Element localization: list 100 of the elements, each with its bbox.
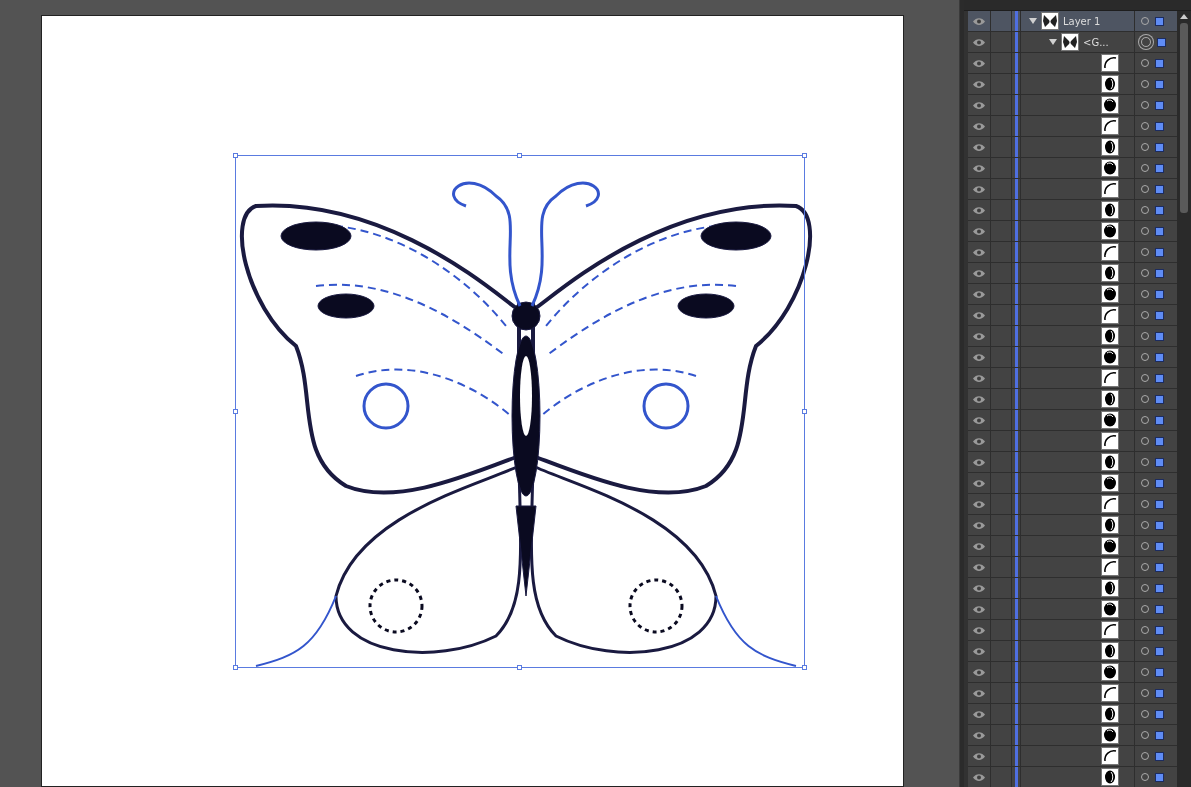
layer-row[interactable] [968, 494, 1177, 515]
selection-square-icon[interactable] [1155, 58, 1164, 68]
selection-square-icon[interactable] [1155, 604, 1164, 614]
layer-row[interactable] [968, 389, 1177, 410]
selection-square-icon[interactable] [1155, 499, 1164, 509]
eye-icon[interactable] [972, 457, 986, 467]
scrollbar-thumb[interactable] [1180, 23, 1188, 213]
selection-square-icon[interactable] [1155, 667, 1164, 677]
layer-row[interactable]: <G... [968, 32, 1177, 53]
eye-icon[interactable] [972, 163, 986, 173]
eye-icon[interactable] [972, 646, 986, 656]
selection-square-icon[interactable] [1155, 331, 1164, 341]
eye-icon[interactable] [972, 205, 986, 215]
selection-square-icon[interactable] [1155, 352, 1164, 362]
selection-square-icon[interactable] [1155, 688, 1164, 698]
selection-square-icon[interactable] [1155, 562, 1164, 572]
layer-name[interactable]: Layer 1 [1063, 15, 1101, 27]
selection-square-icon[interactable] [1155, 583, 1164, 593]
layer-row[interactable] [968, 641, 1177, 662]
selection-square-icon[interactable] [1155, 373, 1164, 383]
selection-square-icon[interactable] [1155, 730, 1164, 740]
layer-row[interactable] [968, 53, 1177, 74]
selection-square-icon[interactable] [1155, 79, 1164, 89]
layer-row[interactable] [968, 368, 1177, 389]
layer-row[interactable] [968, 221, 1177, 242]
eye-icon[interactable] [972, 415, 986, 425]
eye-icon[interactable] [972, 520, 986, 530]
eye-icon[interactable] [972, 268, 986, 278]
eye-icon[interactable] [972, 16, 986, 26]
layer-row[interactable] [968, 305, 1177, 326]
eye-icon[interactable] [972, 667, 986, 677]
layer-row[interactable] [968, 137, 1177, 158]
eye-icon[interactable] [972, 499, 986, 509]
selection-square-icon[interactable] [1155, 184, 1164, 194]
eye-icon[interactable] [972, 772, 986, 782]
layer-row[interactable] [968, 620, 1177, 641]
selection-square-icon[interactable] [1155, 289, 1164, 299]
selection-square-icon[interactable] [1155, 415, 1164, 425]
layer-row[interactable] [968, 410, 1177, 431]
eye-icon[interactable] [972, 352, 986, 362]
layer-row[interactable] [968, 704, 1177, 725]
selection-square-icon[interactable] [1155, 268, 1164, 278]
eye-icon[interactable] [972, 184, 986, 194]
eye-icon[interactable] [972, 436, 986, 446]
eye-icon[interactable] [972, 79, 986, 89]
eye-icon[interactable] [972, 247, 986, 257]
layer-row[interactable] [968, 662, 1177, 683]
eye-icon[interactable] [972, 541, 986, 551]
eye-icon[interactable] [972, 121, 986, 131]
eye-icon[interactable] [972, 373, 986, 383]
eye-icon[interactable] [972, 310, 986, 320]
layer-row[interactable] [968, 515, 1177, 536]
layer-row[interactable]: Layer 1 [968, 11, 1177, 32]
selection-square-icon[interactable] [1155, 478, 1164, 488]
selection-square-icon[interactable] [1155, 772, 1164, 782]
selection-square-icon[interactable] [1155, 142, 1164, 152]
eye-icon[interactable] [972, 625, 986, 635]
selection-square-icon[interactable] [1155, 121, 1164, 131]
layer-row[interactable] [968, 179, 1177, 200]
layer-row[interactable] [968, 158, 1177, 179]
selection-square-icon[interactable] [1155, 520, 1164, 530]
selection-square-icon[interactable] [1155, 100, 1164, 110]
eye-icon[interactable] [972, 394, 986, 404]
eye-icon[interactable] [972, 37, 986, 47]
eye-icon[interactable] [972, 226, 986, 236]
layer-row[interactable] [968, 599, 1177, 620]
layer-row[interactable] [968, 746, 1177, 767]
selection-square-icon[interactable] [1157, 37, 1166, 47]
selection-square-icon[interactable] [1155, 646, 1164, 656]
layer-row[interactable] [968, 578, 1177, 599]
layer-row[interactable] [968, 95, 1177, 116]
layer-row[interactable] [968, 326, 1177, 347]
selection-square-icon[interactable] [1155, 436, 1164, 446]
eye-icon[interactable] [972, 478, 986, 488]
selection-square-icon[interactable] [1155, 163, 1164, 173]
selection-square-icon[interactable] [1155, 310, 1164, 320]
eye-icon[interactable] [972, 142, 986, 152]
eye-icon[interactable] [972, 583, 986, 593]
selection-square-icon[interactable] [1155, 457, 1164, 467]
layer-row[interactable] [968, 725, 1177, 746]
layer-row[interactable] [968, 263, 1177, 284]
layer-row[interactable] [968, 116, 1177, 137]
selection-square-icon[interactable] [1155, 16, 1164, 26]
layer-row[interactable] [968, 683, 1177, 704]
selection-square-icon[interactable] [1155, 247, 1164, 257]
selection-square-icon[interactable] [1155, 709, 1164, 719]
eye-icon[interactable] [972, 100, 986, 110]
layer-row[interactable] [968, 347, 1177, 368]
layer-row[interactable] [968, 473, 1177, 494]
layer-row[interactable] [968, 74, 1177, 95]
layer-row[interactable] [968, 200, 1177, 221]
eye-icon[interactable] [972, 688, 986, 698]
selection-square-icon[interactable] [1155, 751, 1164, 761]
selection-square-icon[interactable] [1155, 625, 1164, 635]
layer-row[interactable] [968, 536, 1177, 557]
layer-row[interactable] [968, 284, 1177, 305]
eye-icon[interactable] [972, 562, 986, 572]
layer-row[interactable] [968, 557, 1177, 578]
eye-icon[interactable] [972, 730, 986, 740]
selection-square-icon[interactable] [1155, 205, 1164, 215]
